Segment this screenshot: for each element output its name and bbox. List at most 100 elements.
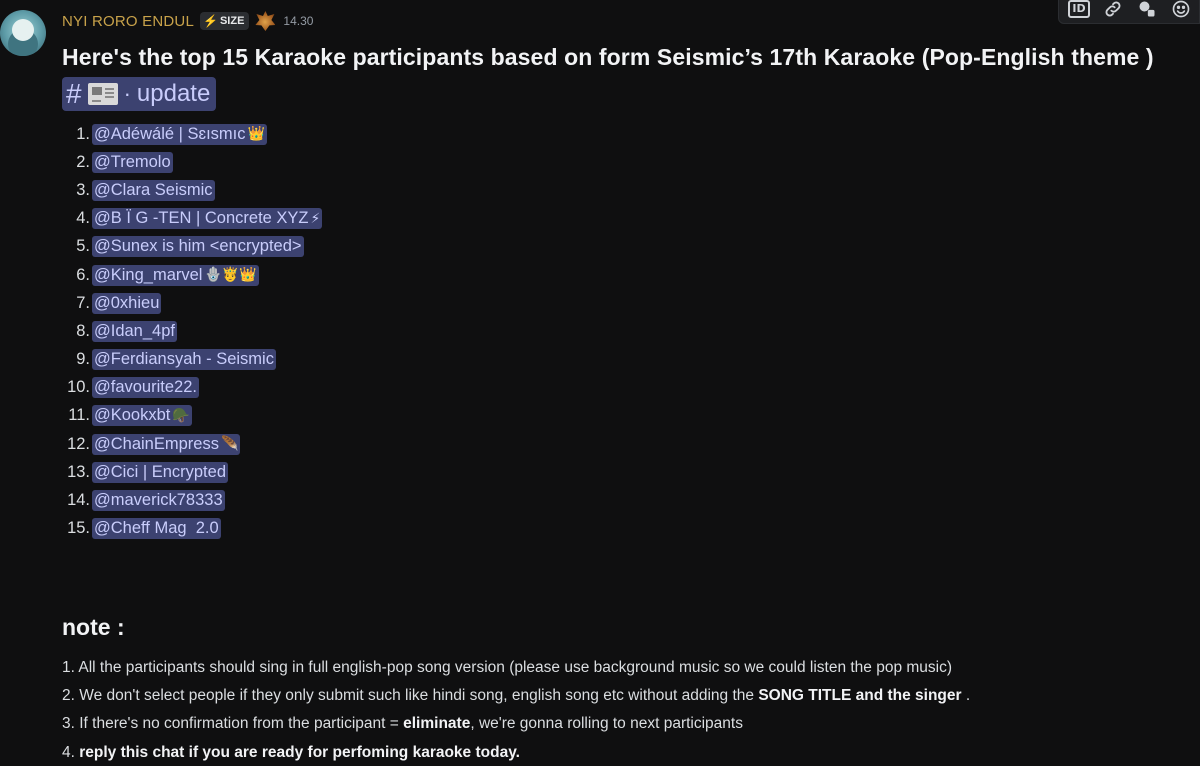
note-text: We don't select people if they only subm… — [74, 687, 759, 705]
note-number: 1. — [62, 659, 75, 677]
message-title: Here's the top 15 Karaoke participants b… — [62, 44, 1154, 70]
rank-number: 15. — [67, 519, 90, 538]
bolt-icon: ⚡ — [203, 14, 218, 28]
timestamp[interactable]: 14.30 — [283, 14, 313, 28]
mention-name: @maverick78333 — [94, 491, 223, 510]
message-container: ID NYI RORO ENDUL ⚡ SIZE 14.30 Here's th… — [0, 0, 1200, 766]
list-item: 11. @Kookxbt 🪖 — [62, 402, 322, 430]
user-mention[interactable]: @favourite22. — [92, 377, 199, 399]
user-mention[interactable]: @Kookxbt 🪖 — [92, 405, 192, 427]
emoji-icon: 🪬🤴👑 — [204, 267, 257, 284]
user-mention[interactable]: @0xhieu — [92, 292, 162, 314]
avatar[interactable] — [0, 10, 46, 56]
mention-name: @0xhieu — [94, 293, 160, 312]
user-mention[interactable]: @ChainEmpress 🪶 — [92, 433, 241, 455]
guild-tag[interactable]: ⚡ SIZE — [200, 12, 250, 30]
mention-name: @Tremolo — [94, 152, 171, 171]
list-item: 12. @ChainEmpress 🪶 — [62, 430, 322, 458]
guild-tag-label: SIZE — [219, 15, 245, 27]
note-text: . — [961, 687, 971, 705]
id-label: ID — [1068, 0, 1090, 18]
note-item: 4. reply this chat if you are ready for … — [62, 739, 970, 766]
user-mention[interactable]: @Cheff Mag 2.0 — [92, 518, 221, 540]
mention-name: @King_marvel — [94, 265, 203, 284]
list-item: 1. @Adéwálé | Sɛısmıc 👑 — [62, 120, 322, 148]
rank-number: 3. — [76, 180, 90, 199]
user-mention[interactable]: @Cici | Encrypted — [92, 461, 228, 483]
rank-number: 12. — [67, 434, 90, 453]
newspaper-icon — [87, 83, 118, 105]
list-item: 8. @Idan_4pf — [62, 317, 322, 345]
user-mention[interactable]: @B Ï G -TEN | Concrete XYZ ⚡ — [92, 208, 323, 230]
user-mention[interactable]: @Tremolo — [92, 151, 173, 173]
rank-number: 4. — [76, 209, 90, 228]
user-mention[interactable]: @King_marvel 🪬🤴👑 — [92, 264, 259, 286]
emoji-icon: 🪖 — [172, 407, 190, 424]
note-item: 3. If there's no confirmation from the p… — [62, 710, 970, 738]
mention-name: @Sunex is him <encrypted> — [94, 237, 302, 256]
note-number: 3. — [62, 715, 75, 733]
user-mention[interactable]: @Sunex is him <encrypted> — [92, 236, 304, 258]
apps-icon[interactable] — [1137, 0, 1157, 19]
note-item: 1. All the participants should sing in f… — [62, 654, 970, 682]
participant-list: 1. @Adéwálé | Sɛısmıc 👑 2. @Tremolo 3. @Clara … — [62, 120, 323, 543]
mention-name: @Cheff Mag 2.0 — [94, 519, 219, 538]
mention-name: @Kookxbt — [94, 406, 171, 425]
note-heading: note : — [62, 614, 125, 640]
list-item: 13. @Cici | Encrypted — [62, 458, 322, 486]
mention-name: @Ferdiansyah - Seismic — [94, 350, 274, 369]
rank-number: 11. — [68, 406, 90, 425]
user-mention[interactable]: @Ferdiansyah - Seismic — [92, 349, 276, 371]
note-bold-text: eliminate — [403, 715, 471, 733]
mention-name: @Idan_4pf — [94, 321, 175, 340]
user-mention[interactable]: @Idan_4pf — [92, 320, 177, 342]
list-item: 10. @favourite22. — [62, 374, 322, 402]
id-icon[interactable]: ID — [1068, 0, 1090, 19]
message-hover-toolbar: ID — [1058, 0, 1200, 24]
user-mention[interactable]: @Clara Seismic — [92, 179, 215, 201]
emoji-icon: 🪶 — [220, 436, 239, 453]
emoji-icon: ⚡ — [310, 210, 321, 227]
list-item: 4. @B Ï G -TEN | Concrete XYZ ⚡ — [62, 205, 323, 233]
add-reaction-icon[interactable] — [1171, 0, 1191, 19]
rank-number: 8. — [76, 321, 90, 340]
link-icon[interactable] — [1103, 0, 1123, 19]
list-item: 2. @Tremolo — [62, 148, 322, 176]
note-bold-text: reply this chat if you are ready for per… — [79, 743, 520, 761]
list-item: 14. @maverick78333 — [62, 486, 322, 514]
rank-number: 9. — [76, 350, 90, 369]
list-item: 5. @Sunex is him <encrypted> — [62, 233, 322, 261]
note-list: 1. All the participants should sing in f… — [62, 654, 970, 766]
rank-number: 1. — [76, 124, 90, 143]
user-mention[interactable]: @maverick78333 — [92, 490, 225, 512]
list-item: 3. @Clara Seismic — [62, 176, 322, 204]
note-text: , we're gonna rolling to next participan… — [470, 715, 743, 733]
rank-number: 6. — [76, 265, 90, 284]
note-text: If there's no confirmation from the part… — [74, 715, 404, 733]
note-number: 4. — [62, 743, 75, 761]
rank-number: 14. — [67, 491, 90, 510]
hash-icon: # — [66, 78, 82, 109]
username[interactable]: NYI RORO ENDUL — [62, 13, 194, 30]
mention-name: @Cici | Encrypted — [94, 462, 226, 481]
rank-number: 2. — [76, 152, 90, 171]
list-item: 6. @King_marvel 🪬🤴👑 — [62, 261, 322, 289]
mention-name: @Clara Seismic — [94, 180, 213, 199]
mention-name: @favourite22. — [94, 378, 197, 397]
user-mention[interactable]: @Adéwálé | Sɛısmıc 👑 — [92, 123, 267, 145]
mention-name: @ChainEmpress — [94, 434, 219, 453]
role-badge-icon — [255, 11, 276, 31]
list-item: 15. @Cheff Mag 2.0 — [62, 515, 322, 543]
emoji-icon: 👑 — [247, 126, 265, 143]
message-header: NYI RORO ENDUL ⚡ SIZE 14.30 — [62, 11, 313, 31]
channel-separator: · — [123, 81, 131, 106]
note-text: All the participants should sing in full… — [74, 659, 953, 677]
channel-mention-update[interactable]: # · update — [62, 77, 217, 111]
mention-name: @B Ï G -TEN | Concrete XYZ — [94, 209, 309, 228]
rank-number: 10. — [67, 378, 90, 397]
note-item: 2. We don't select people if they only s… — [62, 682, 970, 710]
list-item: 9. @Ferdiansyah - Seismic — [62, 346, 322, 374]
channel-name: update — [136, 80, 211, 107]
note-number: 2. — [62, 687, 75, 705]
mention-name: @Adéwálé | Sɛısmıc — [94, 124, 246, 143]
